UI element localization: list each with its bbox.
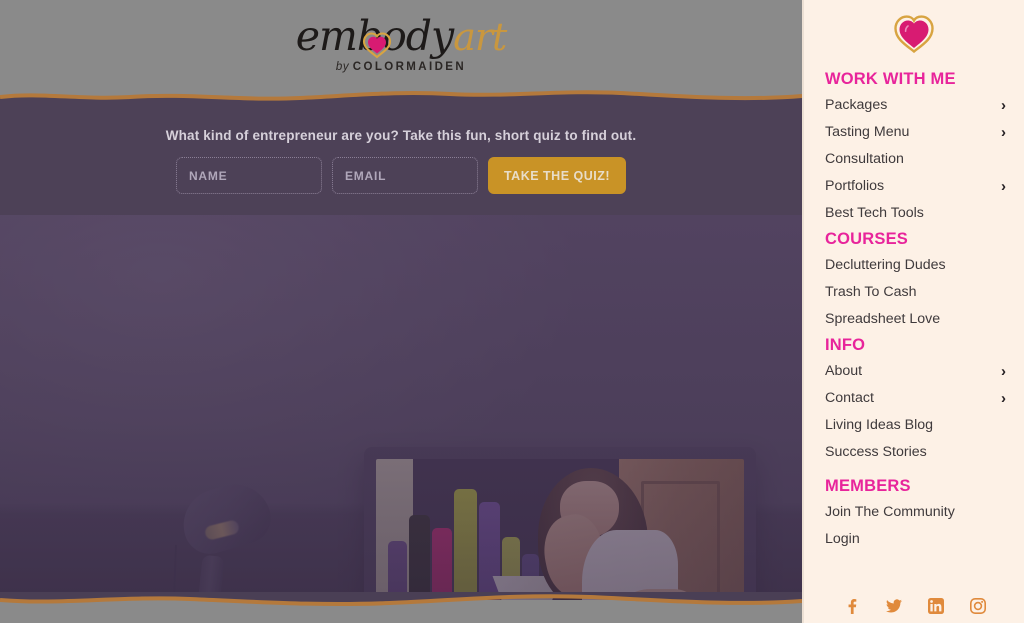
sidebar-item-label: Trash To Cash xyxy=(825,284,917,300)
sidebar-item-label: Living Ideas Blog xyxy=(825,417,934,433)
twitter-icon[interactable] xyxy=(885,597,903,615)
sidebar-item-portfolios[interactable]: Portfolios › xyxy=(804,173,1024,200)
footer-gray-band xyxy=(0,600,802,623)
sidebar-item-about[interactable]: About › xyxy=(804,358,1024,385)
logo-tagline-name: COLORMAIDEN xyxy=(352,60,467,73)
logo-word-dy: dy xyxy=(405,11,454,60)
sidebar-item-label: Join The Community xyxy=(825,504,955,520)
sidebar-item-label: Consultation xyxy=(825,151,904,167)
instagram-icon[interactable] xyxy=(969,597,987,615)
sidebar-item-label: About xyxy=(825,363,863,379)
hero-column: embodyart by COLORMAIDEN What kind of en… xyxy=(0,0,802,623)
section-heading-courses: COURSES xyxy=(825,230,908,248)
sidebar-logo[interactable] xyxy=(804,0,1024,62)
photo-on-monitor xyxy=(376,459,744,600)
desktop-monitor xyxy=(364,447,756,600)
chevron-right-icon: › xyxy=(1001,390,1006,407)
sidebar-item-label: Spreadsheet Love xyxy=(825,311,941,327)
chevron-right-icon: › xyxy=(1001,97,1006,114)
logo-tagline-by: by xyxy=(335,60,353,73)
take-the-quiz-button[interactable]: TAKE THE QUIZ! xyxy=(487,157,627,194)
sidebar-item-success-stories[interactable]: Success Stories xyxy=(804,439,1024,466)
sidebar-item-label: Contact xyxy=(825,390,874,406)
sidebar-item-tasting-menu[interactable]: Tasting Menu › xyxy=(804,119,1024,146)
chevron-right-icon: › xyxy=(1001,124,1006,141)
sidebar-item-join-the-community[interactable]: Join The Community xyxy=(804,499,1024,526)
sidebar-item-label: Decluttering Dudes xyxy=(825,257,946,273)
sidebar-item-consultation[interactable]: Consultation xyxy=(804,146,1024,173)
sidebar-item-spreadsheet-love[interactable]: Spreadsheet Love xyxy=(804,306,1024,333)
sidebar-item-label: Login xyxy=(825,531,860,547)
quiz-signup-bar: What kind of entrepreneur are you? Take … xyxy=(0,100,802,215)
logo-word-art: art xyxy=(453,14,507,59)
sidebar-nav: WORK WITH ME Packages › Tasting Menu › C… xyxy=(804,62,1024,553)
logo-tagline: by COLORMAIDEN xyxy=(276,61,526,73)
sidebar-item-label: Success Stories xyxy=(825,444,927,460)
sidebar-item-contact[interactable]: Contact › xyxy=(804,385,1024,412)
sidebar-item-packages[interactable]: Packages › xyxy=(804,92,1024,119)
facebook-icon[interactable] xyxy=(843,597,861,615)
quiz-form: TAKE THE QUIZ! xyxy=(175,157,627,194)
sidebar-item-trash-to-cash[interactable]: Trash To Cash xyxy=(804,279,1024,306)
name-input[interactable] xyxy=(175,157,322,194)
chevron-right-icon: › xyxy=(1001,178,1006,195)
logo-wordmark: embodyart xyxy=(276,10,526,60)
heart-swirl-icon xyxy=(892,12,936,56)
sidebar-item-living-ideas-blog[interactable]: Living Ideas Blog xyxy=(804,412,1024,439)
heart-swirl-icon xyxy=(362,26,392,58)
social-links xyxy=(804,597,1024,615)
sidebar-item-decluttering-dudes[interactable]: Decluttering Dudes xyxy=(804,252,1024,279)
sidebar-item-label: Tasting Menu xyxy=(825,124,910,140)
hero-image xyxy=(0,215,802,600)
site-header: embodyart by COLORMAIDEN xyxy=(0,0,802,97)
section-heading-info: INFO xyxy=(825,336,866,354)
chevron-right-icon: › xyxy=(1001,363,1006,380)
page-root: embodyart by COLORMAIDEN What kind of en… xyxy=(0,0,1024,623)
sidebar-item-best-tech-tools[interactable]: Best Tech Tools xyxy=(804,200,1024,227)
email-input[interactable] xyxy=(331,157,478,194)
monitor-screen xyxy=(376,459,744,600)
section-heading-members: MEMBERS xyxy=(825,477,911,495)
sidebar-item-label: Packages xyxy=(825,97,888,113)
section-heading-work-with-me: WORK WITH ME xyxy=(825,70,956,88)
sidebar-item-label: Portfolios xyxy=(825,178,885,194)
linkedin-icon[interactable] xyxy=(927,597,945,615)
site-logo[interactable]: embodyart by COLORMAIDEN xyxy=(276,10,526,88)
quiz-heading: What kind of entrepreneur are you? Take … xyxy=(165,128,637,143)
sidebar-item-label: Best Tech Tools xyxy=(825,205,924,221)
sidebar-item-login[interactable]: Login xyxy=(804,526,1024,553)
sidebar: WORK WITH ME Packages › Tasting Menu › C… xyxy=(802,0,1024,623)
